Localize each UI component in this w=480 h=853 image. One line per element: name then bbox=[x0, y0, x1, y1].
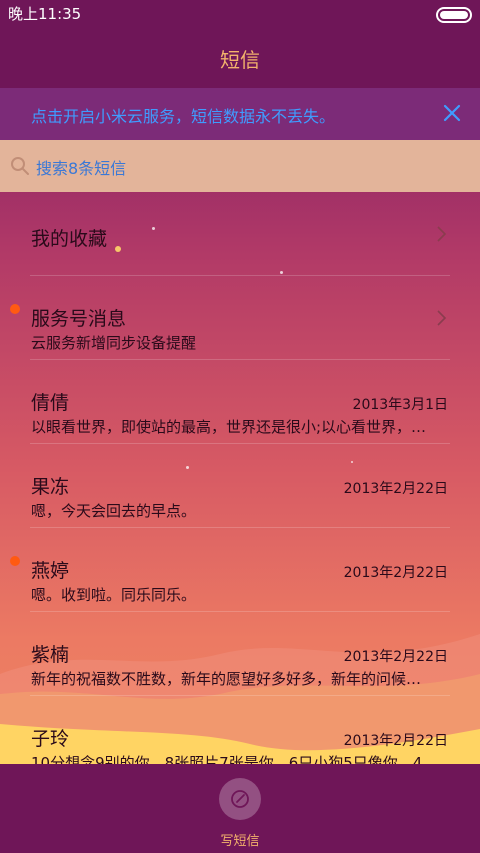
list-item-date: 2013年3月1日 bbox=[352, 397, 448, 413]
list-item-preview: 以眼看世界，即使站的最高，世界还是很小;以心看世界，… bbox=[31, 418, 427, 436]
search-icon bbox=[11, 157, 29, 175]
list-item-preview: 嗯。收到啦。同乐同乐。 bbox=[31, 586, 197, 604]
list-item-favorites[interactable]: 我的收藏 bbox=[0, 192, 480, 276]
list-item-preview: 新年的祝福数不胜数，新年的愿望好多好多，新年的问候… bbox=[31, 670, 422, 688]
cloud-service-banner[interactable]: 点击开启小米云服务，短信数据永不丢失。 bbox=[0, 88, 480, 140]
list-item-date: 2013年2月22日 bbox=[343, 565, 448, 581]
list-item-preview: 嗯，今天会回去的早点。 bbox=[31, 502, 197, 520]
banner-text[interactable]: 点击开启小米云服务，短信数据永不丢失。 bbox=[31, 103, 335, 127]
list-item-conversation[interactable]: 紫楠 2013年2月22日 新年的祝福数不胜数，新年的愿望好多好多，新年的问候… bbox=[0, 612, 480, 696]
list-item-conversation[interactable]: 果冻 2013年2月22日 嗯，今天会回去的早点。 bbox=[0, 444, 480, 528]
chevron-right-icon bbox=[437, 226, 447, 242]
list-item-service[interactable]: 服务号消息 云服务新增同步设备提醒 bbox=[0, 276, 480, 360]
list-item-name: 燕婷 bbox=[31, 560, 70, 582]
list-item-conversation[interactable]: 燕婷 2013年2月22日 嗯。收到啦。同乐同乐。 bbox=[0, 528, 480, 612]
list-item-name: 我的收藏 bbox=[31, 228, 108, 250]
bottom-bar: 写短信 bbox=[0, 764, 480, 853]
chevron-right-icon bbox=[437, 310, 447, 326]
search-bar[interactable]: 搜索8条短信 bbox=[0, 140, 480, 192]
unread-dot bbox=[10, 304, 20, 314]
list-item-name: 果冻 bbox=[31, 476, 70, 498]
status-bar: 晚上11:35 bbox=[0, 0, 480, 26]
list-item-date: 2013年2月22日 bbox=[343, 733, 448, 749]
app-header: 短信 bbox=[0, 26, 480, 88]
list-item-name: 子玲 bbox=[31, 728, 70, 750]
page-title: 短信 bbox=[220, 48, 260, 72]
status-time: 晚上11:35 bbox=[8, 5, 82, 23]
list-item-name: 紫楠 bbox=[31, 644, 70, 666]
unread-dot bbox=[10, 556, 20, 566]
compose-icon bbox=[231, 790, 249, 808]
list-item-conversation[interactable]: 倩倩 2013年3月1日 以眼看世界，即使站的最高，世界还是很小;以心看世界，… bbox=[0, 360, 480, 444]
list-item-date: 2013年2月22日 bbox=[343, 481, 448, 497]
list-item-preview: 云服务新增同步设备提醒 bbox=[31, 334, 197, 352]
list-item-preview: 10分想念9别的你，8张照片7张是你，6只小狗5只像你，4… bbox=[31, 754, 438, 764]
search-placeholder[interactable]: 搜索8条短信 bbox=[36, 155, 126, 179]
battery-icon bbox=[436, 7, 472, 23]
compose-label[interactable]: 写短信 bbox=[0, 830, 480, 849]
list-item-name: 服务号消息 bbox=[31, 308, 127, 330]
close-icon[interactable] bbox=[438, 99, 466, 127]
message-list: 我的收藏 服务号消息 云服务新增同步设备提醒 倩倩 2013年3月1日 以眼看世… bbox=[0, 192, 480, 764]
list-item-name: 倩倩 bbox=[31, 392, 70, 414]
list-item-date: 2013年2月22日 bbox=[343, 649, 448, 665]
list-item-conversation[interactable]: 子玲 2013年2月22日 10分想念9别的你，8张照片7张是你，6只小狗5只像… bbox=[0, 696, 480, 764]
compose-button[interactable] bbox=[219, 778, 261, 820]
